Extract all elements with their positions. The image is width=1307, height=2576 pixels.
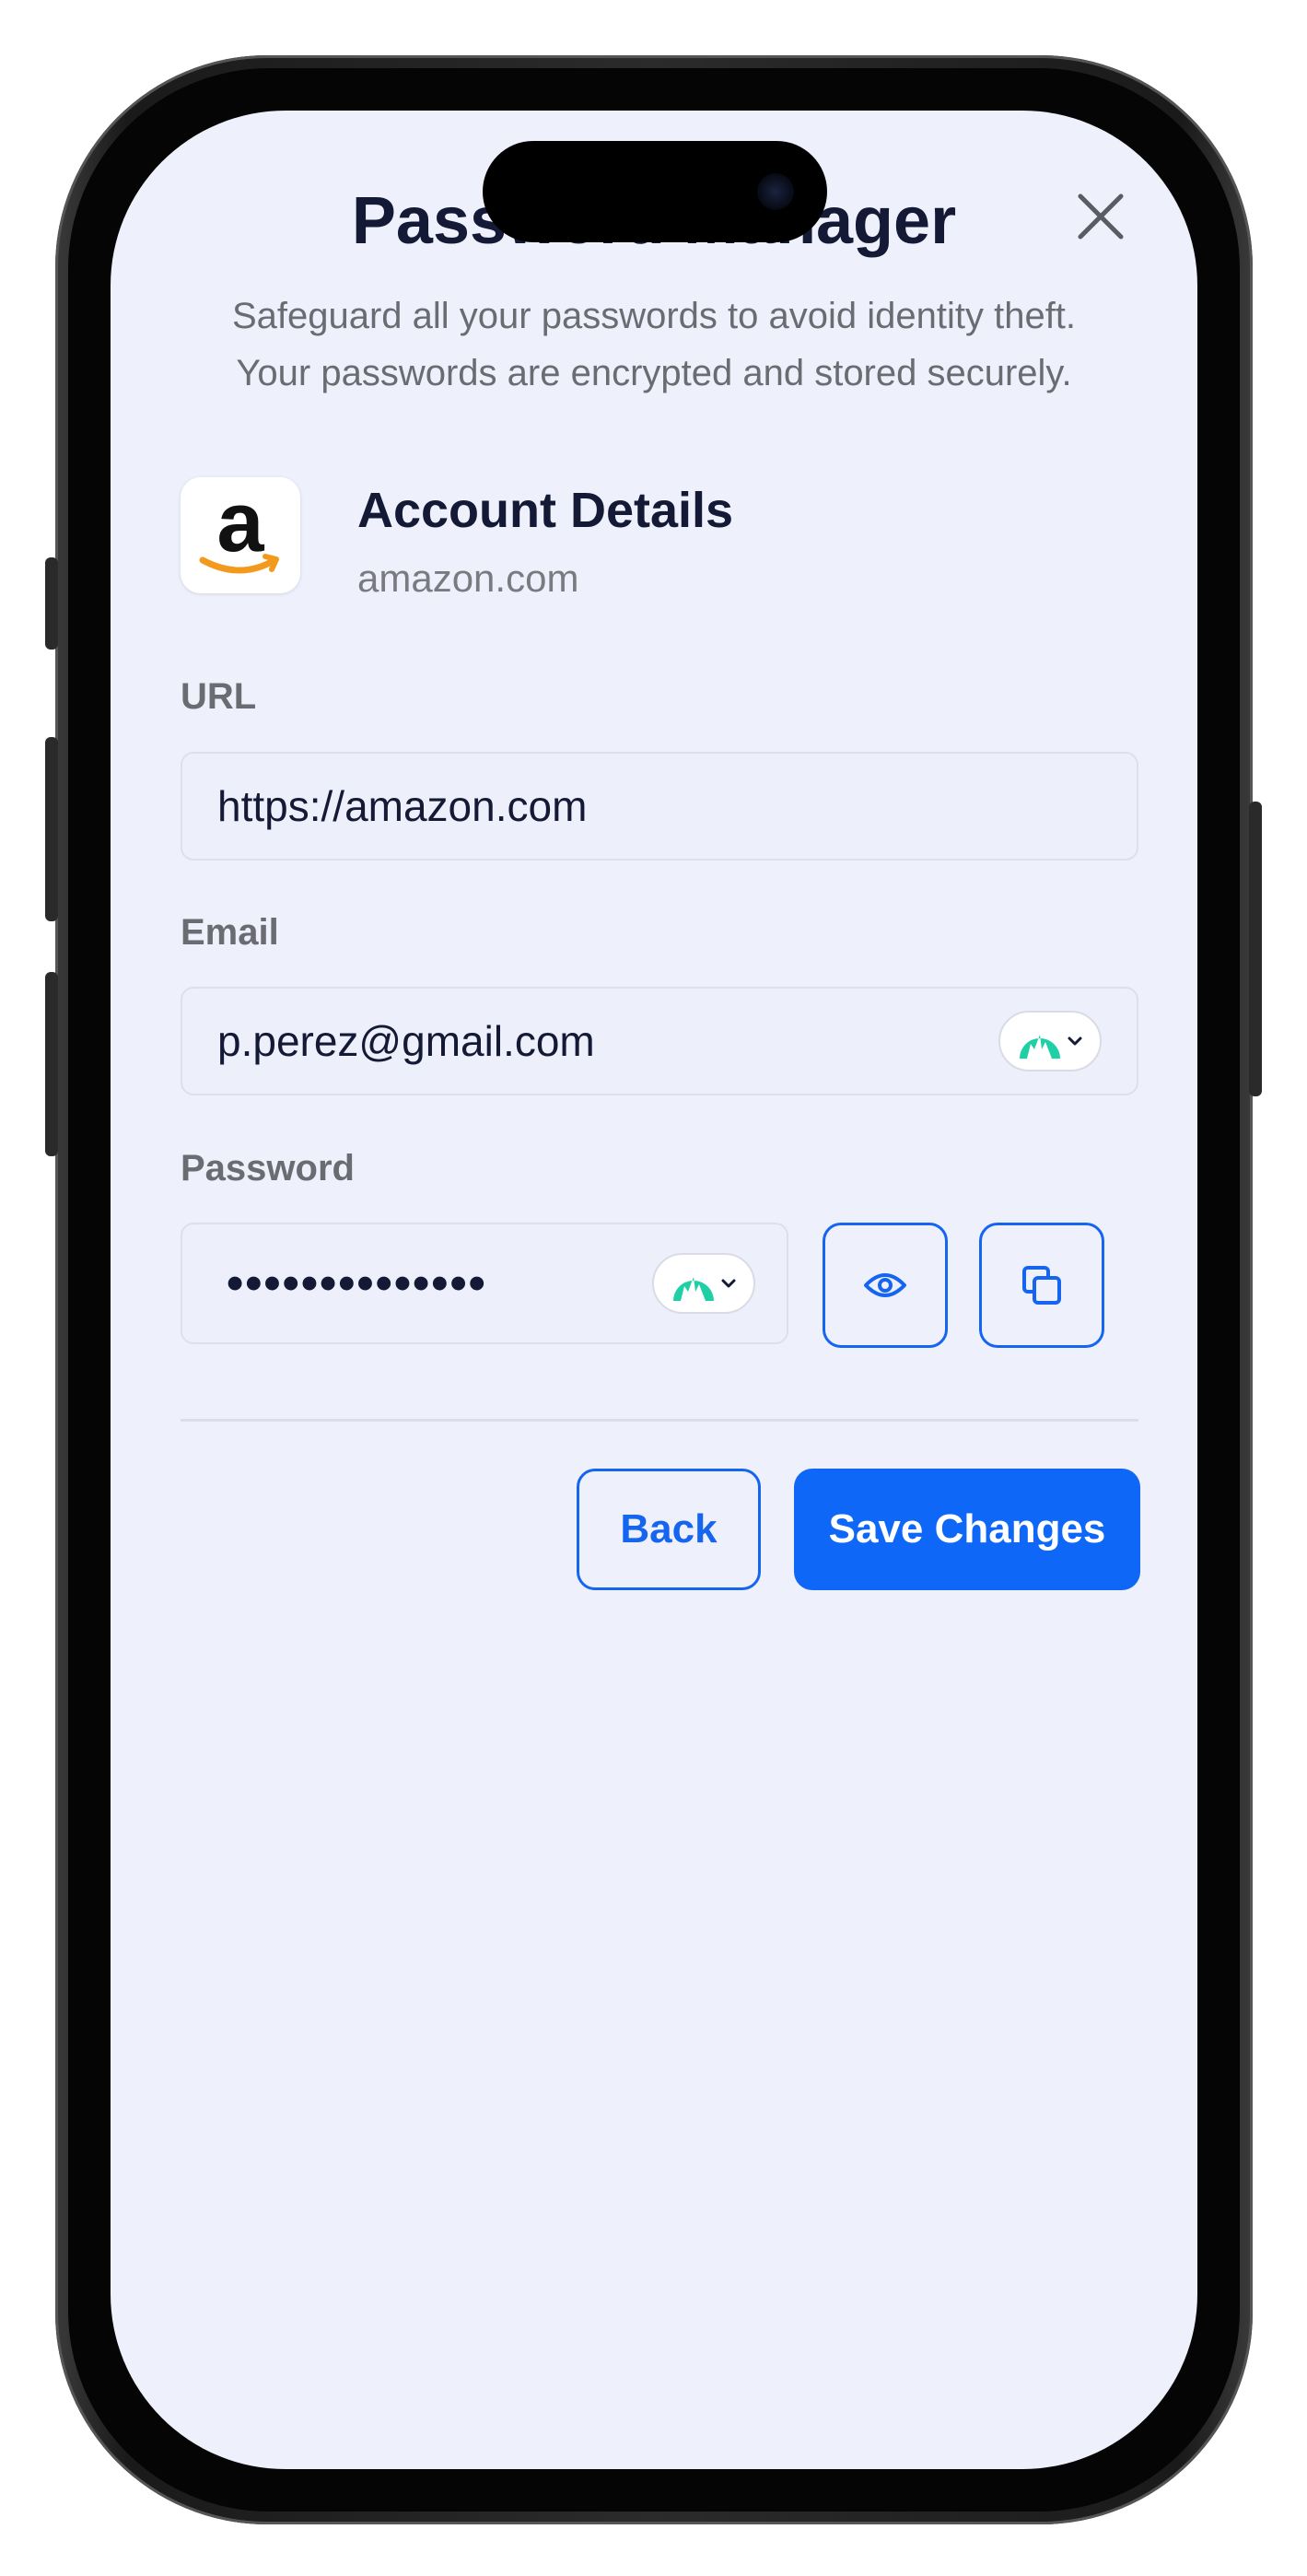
close-button[interactable]: [1068, 184, 1133, 249]
password-value: ••••••••••••••: [227, 1257, 487, 1310]
back-button[interactable]: Back: [577, 1469, 761, 1590]
volume-up-button: [45, 737, 58, 921]
nordpass-mountain-icon: [673, 1277, 714, 1301]
subtitle-line: Your passwords are encrypted and stored …: [236, 353, 1072, 393]
copy-icon: [1022, 1266, 1061, 1305]
amazon-logo: a: [181, 477, 300, 593]
amazon-logo-icon: a: [199, 485, 279, 574]
email-value: p.perez@gmail.com: [217, 1017, 595, 1065]
password-autofill-button[interactable]: [652, 1253, 755, 1314]
volume-down-button: [45, 972, 58, 1156]
front-camera: [757, 173, 794, 210]
chevron-down-icon: [1068, 1036, 1082, 1046]
save-changes-button[interactable]: Save Changes: [794, 1469, 1140, 1590]
url-field[interactable]: https://amazon.com: [181, 752, 1138, 861]
email-field[interactable]: p.perez@gmail.com: [181, 987, 1138, 1095]
copy-password-button[interactable]: [979, 1223, 1104, 1348]
account-title: Account Details: [357, 483, 734, 538]
divider: [181, 1419, 1138, 1422]
email-label: Email: [181, 912, 279, 953]
chevron-down-icon: [721, 1279, 736, 1288]
svg-text:a: a: [216, 485, 264, 569]
close-icon: [1078, 193, 1124, 240]
nordpass-mountain-icon: [1020, 1035, 1060, 1059]
account-domain: amazon.com: [357, 556, 579, 600]
url-value: https://amazon.com: [217, 782, 588, 830]
password-label: Password: [181, 1148, 355, 1188]
dynamic-island: [483, 141, 827, 242]
power-button: [1249, 802, 1262, 1096]
page-subtitle: Safeguard all your passwords to avoid id…: [138, 287, 1170, 402]
email-autofill-button[interactable]: [998, 1011, 1102, 1071]
subtitle-line: Safeguard all your passwords to avoid id…: [231, 296, 1077, 336]
url-label: URL: [181, 676, 257, 717]
action-button: [45, 557, 58, 650]
show-password-button[interactable]: [823, 1223, 948, 1348]
eye-icon: [864, 1273, 906, 1297]
